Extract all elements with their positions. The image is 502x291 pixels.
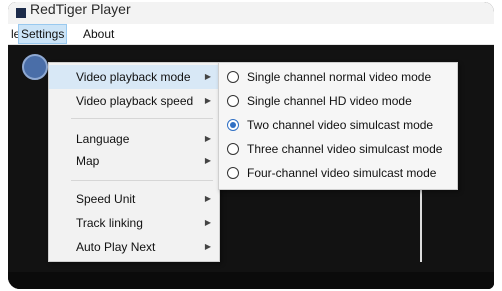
- menu-item-label: Auto Play Next: [76, 240, 156, 254]
- window-title: RedTiger Player: [30, 2, 131, 17]
- round-control-button[interactable]: [22, 54, 48, 80]
- radio-checked-icon[interactable]: [227, 119, 239, 131]
- option-label: Single channel normal video mode: [247, 70, 432, 84]
- option-single-channel-hd[interactable]: Single channel HD video mode: [219, 89, 457, 113]
- submenu-arrow-icon: ▶: [204, 72, 211, 81]
- radio-icon[interactable]: [227, 167, 239, 179]
- menu-item-map[interactable]: Map ▶: [49, 149, 219, 173]
- menu-item-video-playback-speed[interactable]: Video playback speed ▶: [49, 89, 219, 113]
- menu-item-label: Track linking: [76, 216, 143, 230]
- title-bar: RedTiger Player: [8, 2, 494, 24]
- menu-item-track-linking[interactable]: Track linking ▶: [49, 211, 219, 235]
- menu-settings[interactable]: Settings: [18, 24, 68, 44]
- option-label: Two channel video simulcast mode: [247, 118, 434, 132]
- option-single-channel-normal[interactable]: Single channel normal video mode: [219, 65, 457, 89]
- app-logo-icon: [16, 8, 26, 18]
- menu-bar: le Settings About: [8, 24, 494, 45]
- option-two-channel-simulcast[interactable]: Two channel video simulcast mode: [219, 113, 457, 137]
- menu-item-video-playback-mode[interactable]: Video playback mode ▶: [49, 65, 219, 89]
- submenu-arrow-icon: ▶: [204, 156, 211, 165]
- settings-dropdown: Video playback mode ▶ Video playback spe…: [48, 62, 220, 262]
- option-label: Single channel HD video mode: [247, 94, 412, 108]
- radio-icon[interactable]: [227, 143, 239, 155]
- submenu-arrow-icon: ▶: [204, 218, 211, 227]
- submenu-arrow-icon: ▶: [204, 96, 211, 105]
- option-four-channel-simulcast[interactable]: Four-channel video simulcast mode: [219, 161, 457, 185]
- divider: [420, 182, 422, 262]
- radio-icon[interactable]: [227, 71, 239, 83]
- playback-mode-submenu: Single channel normal video mode Single …: [218, 62, 458, 190]
- option-label: Three channel video simulcast mode: [247, 142, 443, 156]
- menu-separator: [71, 118, 213, 119]
- menu-separator: [71, 180, 213, 181]
- radio-icon[interactable]: [227, 95, 239, 107]
- menu-item-auto-play-next[interactable]: Auto Play Next ▶: [49, 235, 219, 259]
- menu-item-label: Speed Unit: [76, 192, 136, 206]
- menu-item-label: Language: [76, 132, 130, 146]
- menu-item-label: Map: [76, 154, 100, 168]
- menu-item-speed-unit[interactable]: Speed Unit ▶: [49, 187, 219, 211]
- submenu-arrow-icon: ▶: [204, 134, 211, 143]
- bottom-area: [8, 272, 494, 289]
- option-three-channel-simulcast[interactable]: Three channel video simulcast mode: [219, 137, 457, 161]
- menu-item-language[interactable]: Language ▶: [49, 127, 219, 151]
- option-label: Four-channel video simulcast mode: [247, 166, 437, 180]
- menu-item-label: Video playback mode: [76, 70, 191, 84]
- submenu-arrow-icon: ▶: [204, 242, 211, 251]
- menu-item-label: Video playback speed: [76, 94, 194, 108]
- menu-about[interactable]: About: [80, 24, 117, 44]
- submenu-arrow-icon: ▶: [204, 194, 211, 203]
